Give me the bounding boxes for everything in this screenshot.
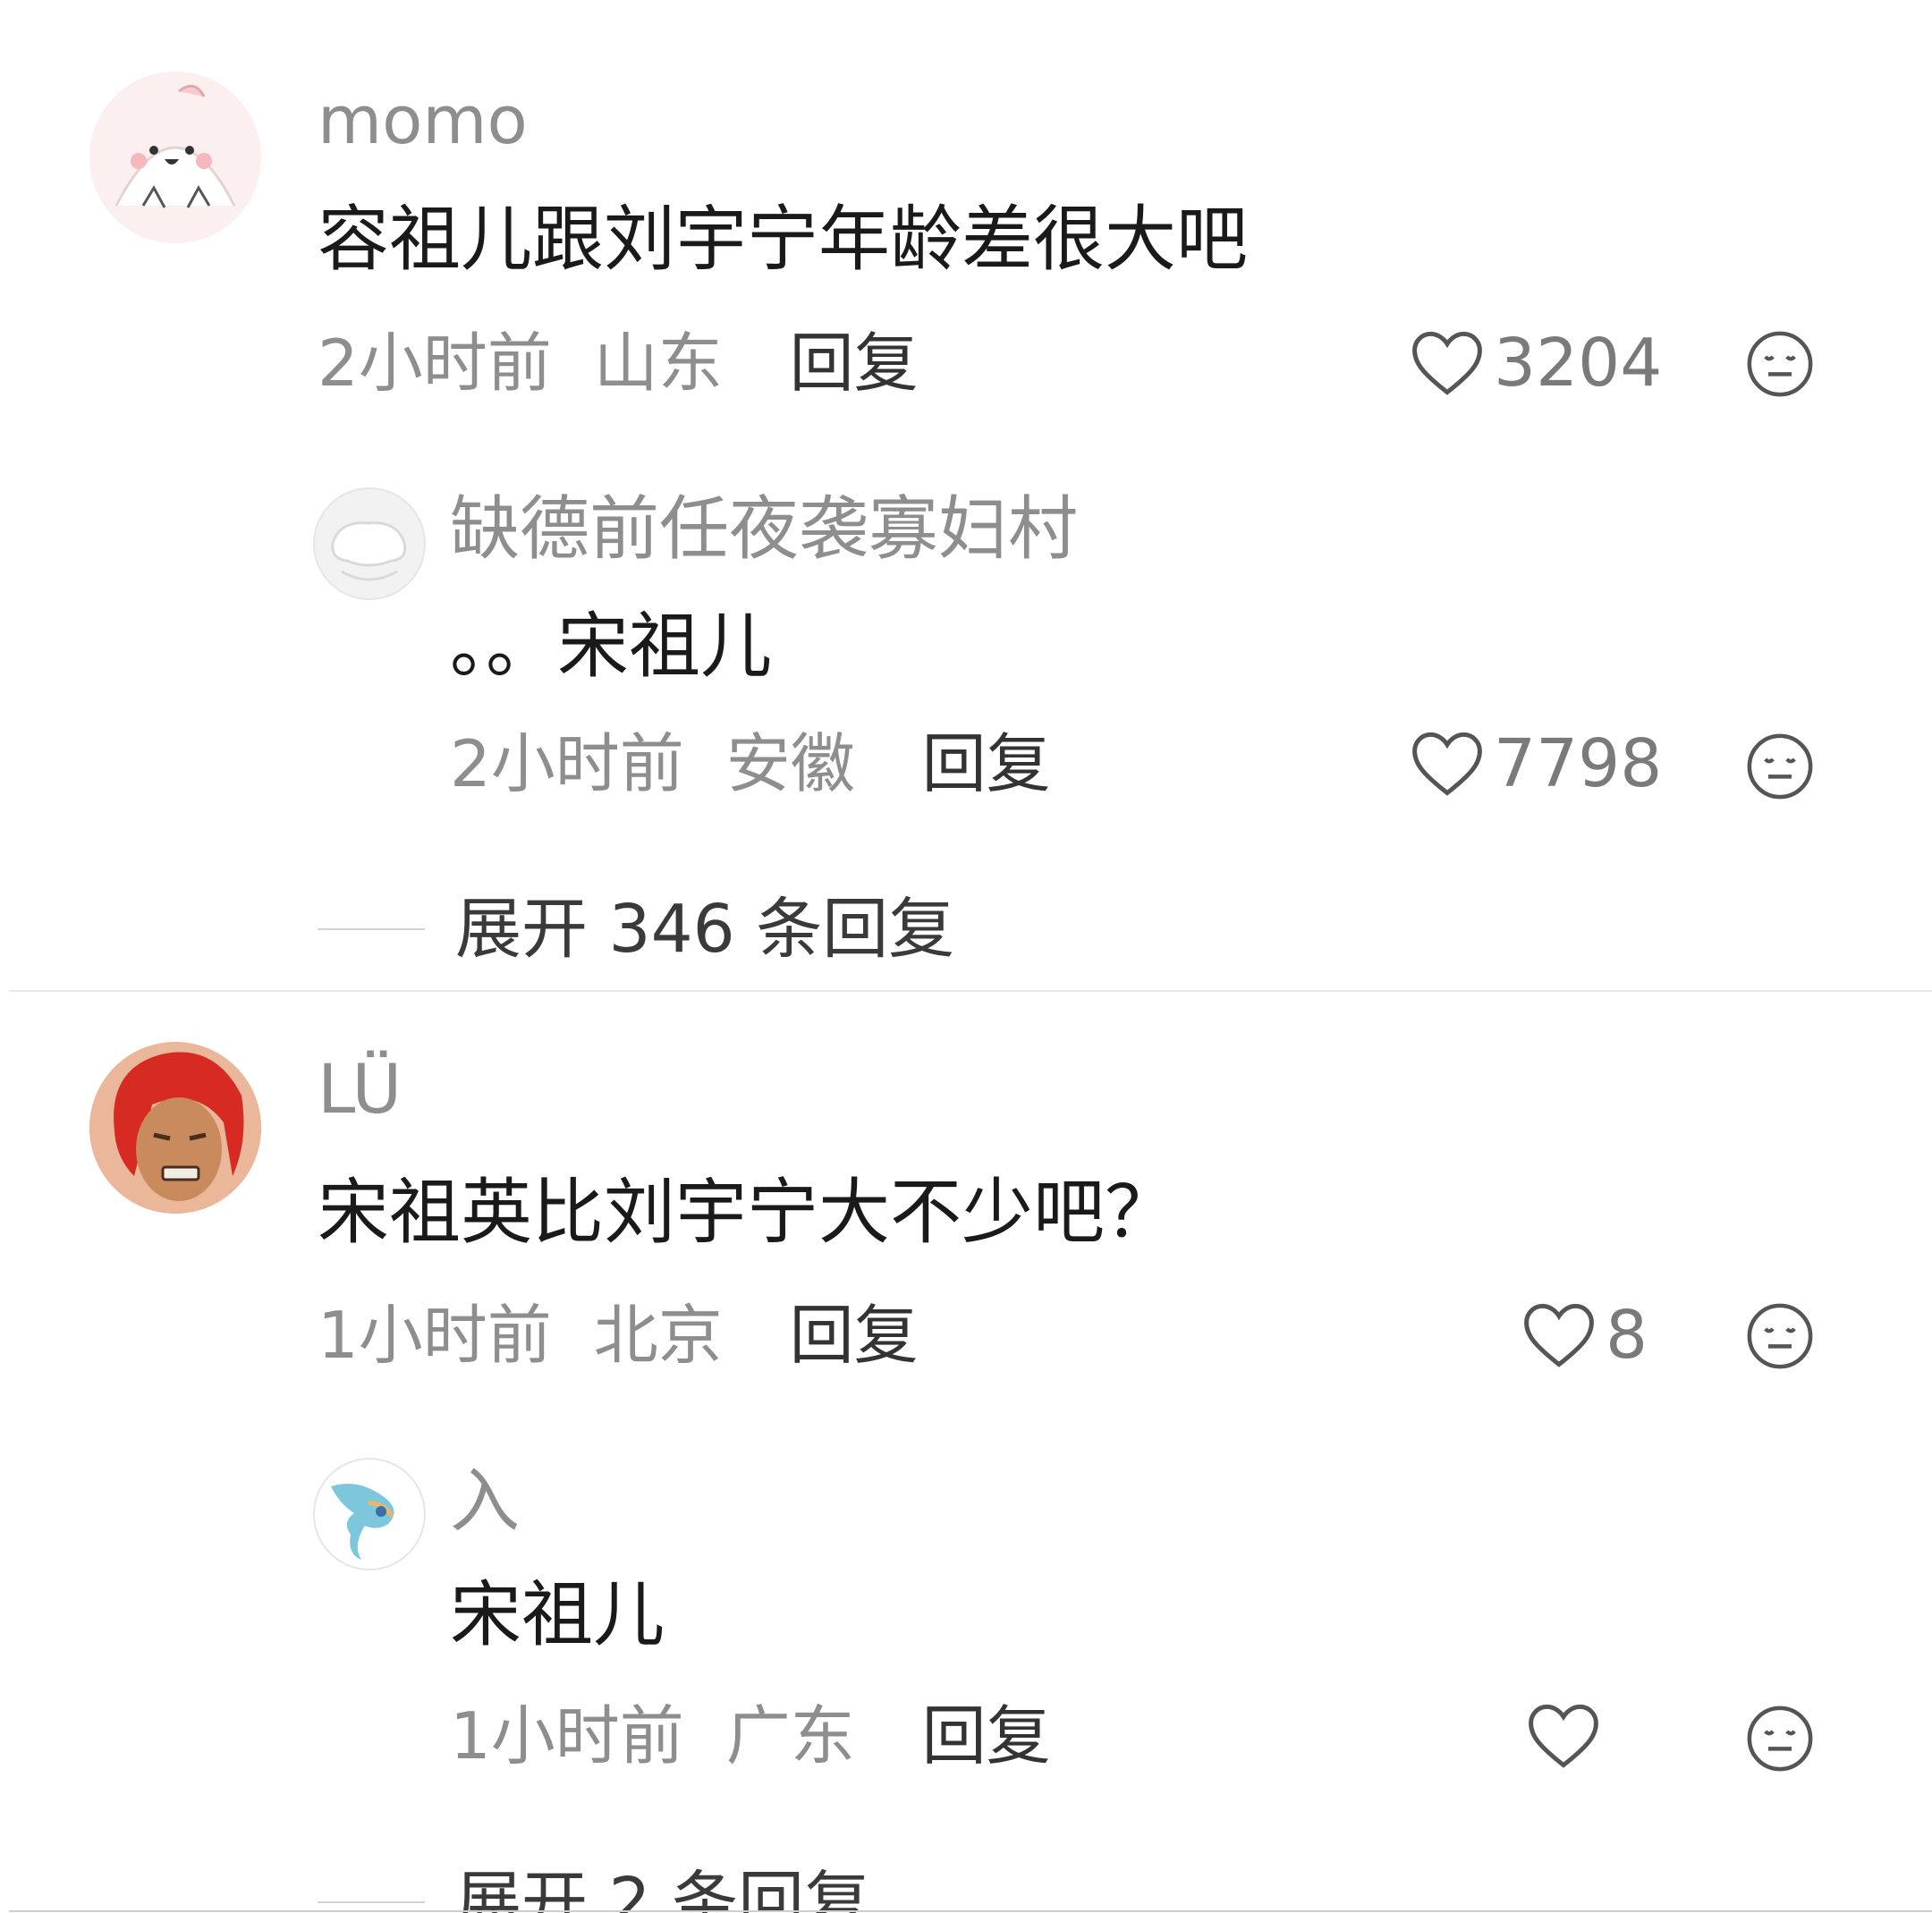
heart-outline-icon [1412, 732, 1482, 796]
heart-outline-icon [1412, 331, 1482, 395]
comment-location: 山东 [593, 326, 723, 401]
like-count: 3204 [1494, 325, 1663, 402]
reply-text: 。。宋祖儿 [450, 605, 772, 688]
comment-location: 北京 [593, 1298, 723, 1373]
reply-avatar[interactable] [313, 1458, 426, 1570]
expand-divider [318, 1901, 425, 1903]
reply-avatar[interactable] [313, 487, 426, 600]
reply-button[interactable]: 回复 [922, 1698, 1051, 1773]
reply-button[interactable]: 回复 [790, 1298, 919, 1373]
like-button[interactable]: 8 [1518, 1294, 1648, 1376]
reply-time: 2小时前 [450, 726, 684, 801]
comment-username[interactable]: momo [318, 88, 528, 154]
reply-username[interactable]: 入 [450, 1467, 520, 1536]
neutral-face-icon[interactable] [1745, 732, 1815, 801]
neutral-face-icon[interactable] [1745, 329, 1815, 399]
expand-divider [318, 928, 425, 930]
reply-meta: 2小时前 安徽 回复 [450, 732, 1051, 796]
comment-meta: 2小时前 山东 回复 [318, 331, 919, 395]
reply-button[interactable]: 回复 [922, 726, 1051, 801]
avatar-image [89, 72, 261, 243]
reply-username[interactable]: 缺德前任夜袭寡妇村 [450, 495, 1078, 564]
avatar[interactable] [89, 72, 261, 243]
avatar[interactable] [89, 1042, 261, 1214]
expand-replies-button[interactable]: 展开 2 条回复 [318, 1869, 870, 1913]
like-button[interactable]: 3204 [1406, 322, 1662, 404]
reply-text: 宋祖儿 [450, 1573, 665, 1656]
avatar-image [89, 1042, 261, 1214]
expand-clip-region: 展开 2 条回复 [0, 1842, 1932, 1913]
like-count: 8 [1606, 1297, 1648, 1374]
bottom-divider [9, 1910, 1932, 1912]
avatar-image [331, 521, 407, 581]
like-button[interactable]: 7798 [1406, 723, 1662, 805]
like-count: 7798 [1494, 725, 1663, 802]
comment-text: 容祖儿跟刘宇宁年龄差很大吧 [318, 198, 1248, 281]
like-button[interactable] [1522, 1695, 1610, 1777]
reply-location: 广东 [725, 1698, 855, 1773]
comment-meta: 1小时前 北京 回复 [318, 1303, 919, 1367]
avatar-image [331, 1484, 394, 1560]
neutral-face-icon[interactable] [1745, 1704, 1815, 1773]
comment-username[interactable]: LÜ [318, 1055, 402, 1123]
heart-outline-icon [1529, 1704, 1598, 1768]
reply-meta: 1小时前 广东 回复 [450, 1704, 1051, 1768]
heart-outline-icon [1524, 1303, 1594, 1367]
comment-time: 1小时前 [318, 1298, 552, 1373]
comment-divider [9, 990, 1932, 992]
neutral-face-icon[interactable] [1745, 1301, 1815, 1371]
expand-label: 展开 346 条回复 [455, 891, 955, 968]
reply-location: 安徽 [725, 726, 855, 801]
expand-replies-button[interactable]: 展开 346 条回复 [318, 896, 954, 962]
comment-time: 2小时前 [318, 326, 552, 401]
comment-text: 宋祖英比刘宇宁大不少吧？ [318, 1171, 1176, 1254]
reply-time: 1小时前 [450, 1698, 684, 1773]
reply-button[interactable]: 回复 [790, 326, 919, 401]
expand-label: 展开 2 条回复 [455, 1864, 871, 1913]
